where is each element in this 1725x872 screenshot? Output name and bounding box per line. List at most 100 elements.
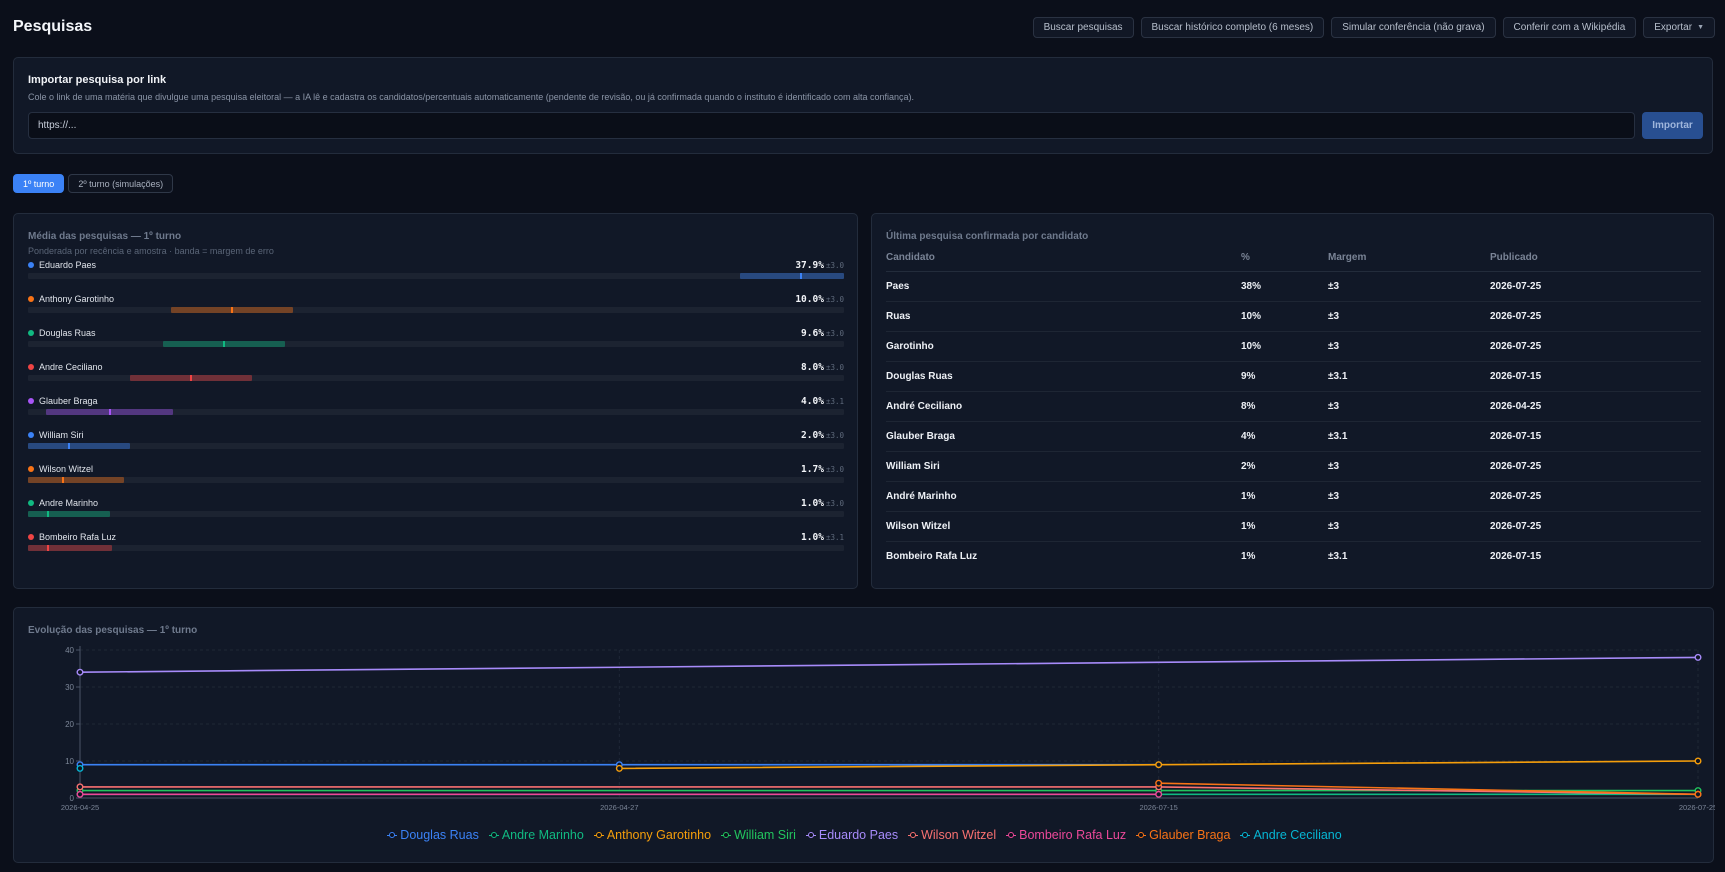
legend-label: Glauber Braga	[1149, 828, 1231, 842]
search-polls-button[interactable]: Buscar pesquisas	[1032, 16, 1134, 38]
table-row: Glauber Braga 4% ±3.1 2026-07-15	[886, 421, 1701, 452]
cell-margin: ±3.1	[1328, 361, 1490, 392]
data-point[interactable]	[76, 783, 84, 791]
cell-percent: 1%	[1241, 481, 1328, 512]
import-button[interactable]: Importar	[1642, 112, 1703, 139]
poll-evolution-card: Evolução das pesquisas — 1º turno 0 10 20 3…	[13, 607, 1715, 863]
cell-candidate: Paes	[886, 271, 1241, 302]
legend-label: Andre Ceciliano	[1253, 828, 1342, 842]
candidate-name-label: Anthony Garotinho	[39, 294, 115, 304]
candidate-margin: ±3.1	[825, 533, 844, 542]
legend-item[interactable]: Andre Ceciliano	[1240, 828, 1342, 842]
data-point[interactable]	[76, 790, 84, 798]
candidate-color-dot	[28, 500, 34, 506]
candidate-value: 4.0% ±3.1	[801, 396, 844, 407]
legend-item[interactable]: Andre Marinho	[488, 828, 584, 842]
data-point[interactable]	[1155, 761, 1163, 769]
tab-first-round[interactable]: 1º turno	[13, 174, 65, 193]
candidate-bar-track	[28, 341, 844, 347]
tab-second-round[interactable]: 2º turno (simulações)	[68, 174, 174, 193]
round-tabs: 1º turno 2º turno (simulações)	[13, 174, 174, 193]
candidate-value: 1.7% ±3.0	[801, 464, 844, 475]
legend-line-marker-icon	[721, 830, 732, 840]
legend-item[interactable]: Wilson Witzel	[908, 828, 996, 842]
data-point[interactable]	[1694, 790, 1702, 798]
candidate-value: 37.9% ±3.0	[795, 260, 844, 271]
cell-published: 2026-07-25	[1490, 511, 1701, 542]
data-point[interactable]	[1694, 757, 1702, 765]
table-row: Wilson Witzel 1% ±3 2026-07-25	[886, 511, 1701, 542]
data-point[interactable]	[1694, 653, 1702, 661]
legend-line-marker-icon	[1006, 830, 1017, 840]
cell-published: 2026-07-15	[1490, 361, 1701, 392]
data-point[interactable]	[615, 764, 623, 772]
data-point[interactable]	[76, 764, 84, 772]
candidate-name-label: Andre Marinho	[39, 498, 99, 508]
legend-item[interactable]: Anthony Garotinho	[593, 828, 711, 842]
cell-candidate: Garotinho	[886, 331, 1241, 362]
candidate-margin: ±3.1	[825, 397, 844, 406]
check-wikipedia-button[interactable]: Conferir com a Wikipédia	[1502, 16, 1637, 38]
candidate-bar-track	[28, 307, 844, 313]
simulate-check-button[interactable]: Simular conferência (não grava)	[1331, 16, 1496, 38]
candidate-name-label: Andre Ceciliano	[39, 362, 103, 372]
legend-line-marker-icon	[488, 830, 499, 840]
series-line	[79, 656, 1699, 673]
candidate-average-marker	[190, 375, 193, 381]
legend-item[interactable]: Bombeiro Rafa Luz	[1006, 828, 1126, 842]
candidate-color-dot	[28, 296, 34, 302]
evolution-line-chart: 0 10 20 30 40 2026-04-25 2026-04-27 2026-07-15 2…	[61, 646, 1715, 812]
cell-margin: ±3	[1328, 301, 1490, 332]
legend-line-marker-icon	[593, 830, 604, 840]
candidate-name: Andre Ceciliano	[28, 362, 103, 372]
cell-margin: ±3	[1328, 331, 1490, 362]
candidate-average-row: Andre Marinho 1.0% ±3.0	[28, 498, 844, 528]
cell-margin: ±3	[1328, 451, 1490, 482]
header-actions: Buscar pesquisas Buscar histórico comple…	[1032, 16, 1715, 38]
margin-of-error-band	[28, 545, 112, 551]
legend-item[interactable]: Glauber Braga	[1136, 828, 1230, 842]
candidate-color-dot	[28, 262, 34, 268]
candidate-bar-track	[28, 409, 844, 415]
data-point[interactable]	[76, 668, 84, 676]
search-full-history-button[interactable]: Buscar histórico completo (6 meses)	[1140, 16, 1325, 38]
candidate-name-label: William Siri	[39, 430, 84, 440]
cell-margin: ±3	[1328, 391, 1490, 422]
cell-published: 2026-07-15	[1490, 421, 1701, 452]
candidate-name: Andre Marinho	[28, 498, 98, 508]
candidate-name-label: Eduardo Paes	[39, 260, 97, 270]
candidate-margin: ±3.0	[825, 431, 844, 440]
y-tick-label: 10	[65, 757, 74, 766]
candidate-average-marker	[47, 511, 50, 517]
candidate-average-row: Anthony Garotinho 10.0% ±3.0	[28, 294, 844, 324]
export-button[interactable]: Exportar ▼	[1643, 16, 1715, 38]
cell-margin: ±3	[1328, 511, 1490, 542]
candidate-bar-track	[28, 443, 844, 449]
last-poll-title: Última pesquisa confirmada por candidato	[886, 231, 1089, 242]
cell-percent: 9%	[1241, 361, 1328, 392]
legend-item[interactable]: Eduardo Paes	[805, 828, 898, 842]
legend-line-marker-icon	[1136, 830, 1147, 840]
candidate-percent: 37.9%	[795, 260, 824, 271]
candidate-name: Wilson Witzel	[28, 464, 93, 474]
data-point[interactable]	[1155, 790, 1163, 798]
table-row: Douglas Ruas 9% ±3.1 2026-07-15	[886, 361, 1701, 392]
candidate-average-marker	[800, 273, 803, 279]
legend-label: Douglas Ruas	[400, 828, 479, 842]
candidate-margin: ±3.0	[825, 261, 844, 270]
cell-published: 2026-07-25	[1490, 451, 1701, 482]
cell-published: 2026-07-25	[1490, 481, 1701, 512]
cell-percent: 8%	[1241, 391, 1328, 422]
y-tick-label: 0	[70, 794, 75, 803]
x-tick-label: 2026-04-27	[600, 803, 638, 812]
legend-item[interactable]: Douglas Ruas	[387, 828, 479, 842]
legend-item[interactable]: William Siri	[721, 828, 796, 842]
data-point[interactable]	[1155, 779, 1163, 787]
url-input[interactable]: https://...	[28, 112, 1635, 139]
column-header-percent: %	[1241, 252, 1328, 272]
candidate-color-dot	[28, 364, 34, 370]
cell-published: 2026-07-25	[1490, 331, 1701, 362]
last-poll-table: Candidato % Margem Publicado Paes 38% ±3 20…	[886, 252, 1701, 571]
cell-margin: ±3	[1328, 481, 1490, 512]
legend-line-marker-icon	[387, 830, 398, 840]
